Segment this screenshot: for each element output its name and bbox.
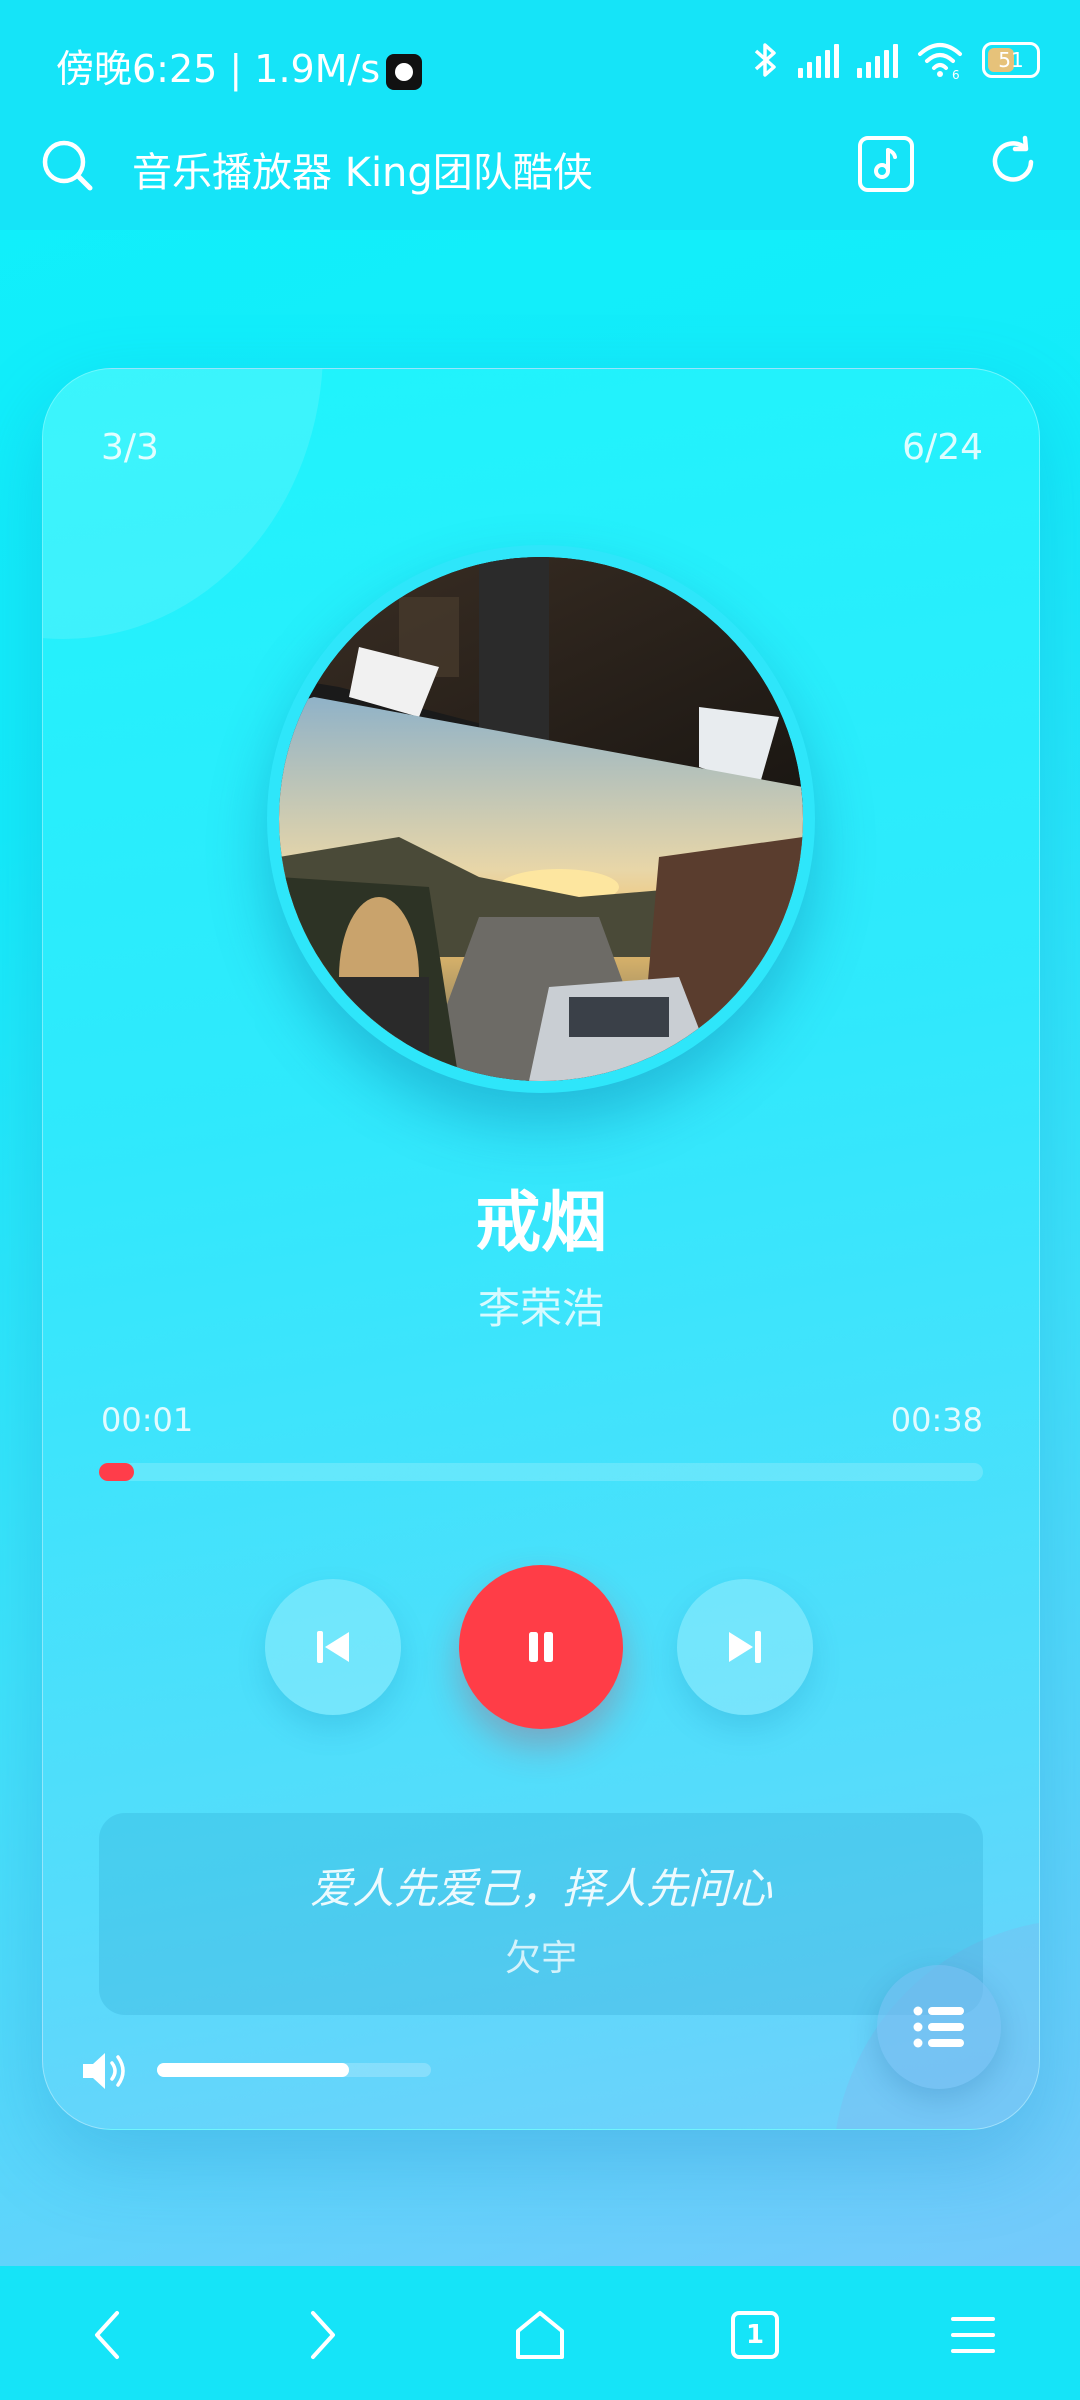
app-badge-icon bbox=[386, 53, 423, 90]
nav-menu[interactable] bbox=[938, 2300, 1008, 2370]
nav-home[interactable] bbox=[505, 2300, 575, 2370]
bluetooth-icon bbox=[754, 43, 776, 77]
home-icon bbox=[516, 2311, 564, 2359]
back-icon bbox=[95, 2311, 119, 2359]
quote-author: 欠宇 bbox=[504, 1938, 577, 1979]
signal-icon bbox=[798, 42, 839, 78]
album-art-image bbox=[279, 557, 803, 1081]
player-card: 3/3 6/24 戒烟 李荣浩 00:01 00:38 爱人先爱己，择人先问心 … bbox=[42, 368, 1040, 2130]
current-time: 00:01 bbox=[101, 1401, 194, 1439]
volume-icon[interactable] bbox=[81, 2049, 133, 2093]
quote-box: 爱人先爱己，择人先问心 欠宇 bbox=[99, 1813, 983, 2015]
bottom-nav: 1 bbox=[0, 2266, 1080, 2400]
battery-level: 51 bbox=[998, 48, 1024, 72]
forward-icon bbox=[311, 2311, 335, 2359]
page-title: 音乐播放器 King团队酷侠 bbox=[132, 150, 593, 196]
pause-icon bbox=[529, 1632, 553, 1662]
status-bar: 傍晚6:25 | 1.9M/s 6 51 bbox=[0, 0, 1080, 120]
battery-icon: 51 bbox=[982, 42, 1040, 78]
album-cover bbox=[267, 545, 815, 1093]
skip-previous-icon bbox=[317, 1631, 349, 1663]
tabs-icon: 1 bbox=[731, 2311, 779, 2359]
wifi-badge: 6 bbox=[952, 68, 960, 80]
status-icons: 6 51 bbox=[752, 38, 1040, 82]
menu-icon bbox=[951, 2317, 995, 2353]
song-artist: 李荣浩 bbox=[477, 1284, 604, 1333]
decor-circle bbox=[43, 369, 323, 639]
progress-bar[interactable] bbox=[99, 1463, 983, 1481]
total-time: 00:38 bbox=[890, 1401, 983, 1439]
song-title: 戒烟 bbox=[475, 1184, 607, 1261]
search-icon[interactable] bbox=[40, 138, 96, 194]
status-time: 傍晚6:25 | 1.9M/s bbox=[56, 38, 423, 93]
list-icon bbox=[913, 2006, 964, 2048]
app-header: 音乐播放器 King团队酷侠 bbox=[0, 120, 1080, 230]
wifi-icon: 6 bbox=[918, 43, 962, 80]
volume-slider[interactable] bbox=[157, 2063, 431, 2077]
play-pause-button[interactable] bbox=[459, 1565, 623, 1729]
refresh-icon[interactable] bbox=[985, 134, 1041, 190]
next-button[interactable] bbox=[677, 1579, 813, 1715]
volume-slider-fill bbox=[157, 2063, 349, 2077]
playlist-position: 3/3 bbox=[101, 427, 159, 468]
status-time-text: 傍晚6:25 | 1.9M/s bbox=[56, 47, 381, 91]
nav-tabs[interactable]: 1 bbox=[720, 2300, 790, 2370]
signal-icon-2 bbox=[857, 42, 898, 78]
previous-button[interactable] bbox=[265, 1579, 401, 1715]
music-note-button[interactable] bbox=[858, 136, 914, 192]
nav-forward[interactable] bbox=[288, 2300, 358, 2370]
progress-bar-fill bbox=[99, 1463, 135, 1481]
quote-text: 爱人先爱己，择人先问心 bbox=[309, 1864, 772, 1913]
track-count: 6/24 bbox=[902, 427, 983, 468]
music-note-icon bbox=[874, 148, 897, 179]
playlist-button[interactable] bbox=[877, 1965, 1001, 2089]
skip-next-icon bbox=[729, 1631, 761, 1663]
nav-back[interactable] bbox=[72, 2300, 142, 2370]
